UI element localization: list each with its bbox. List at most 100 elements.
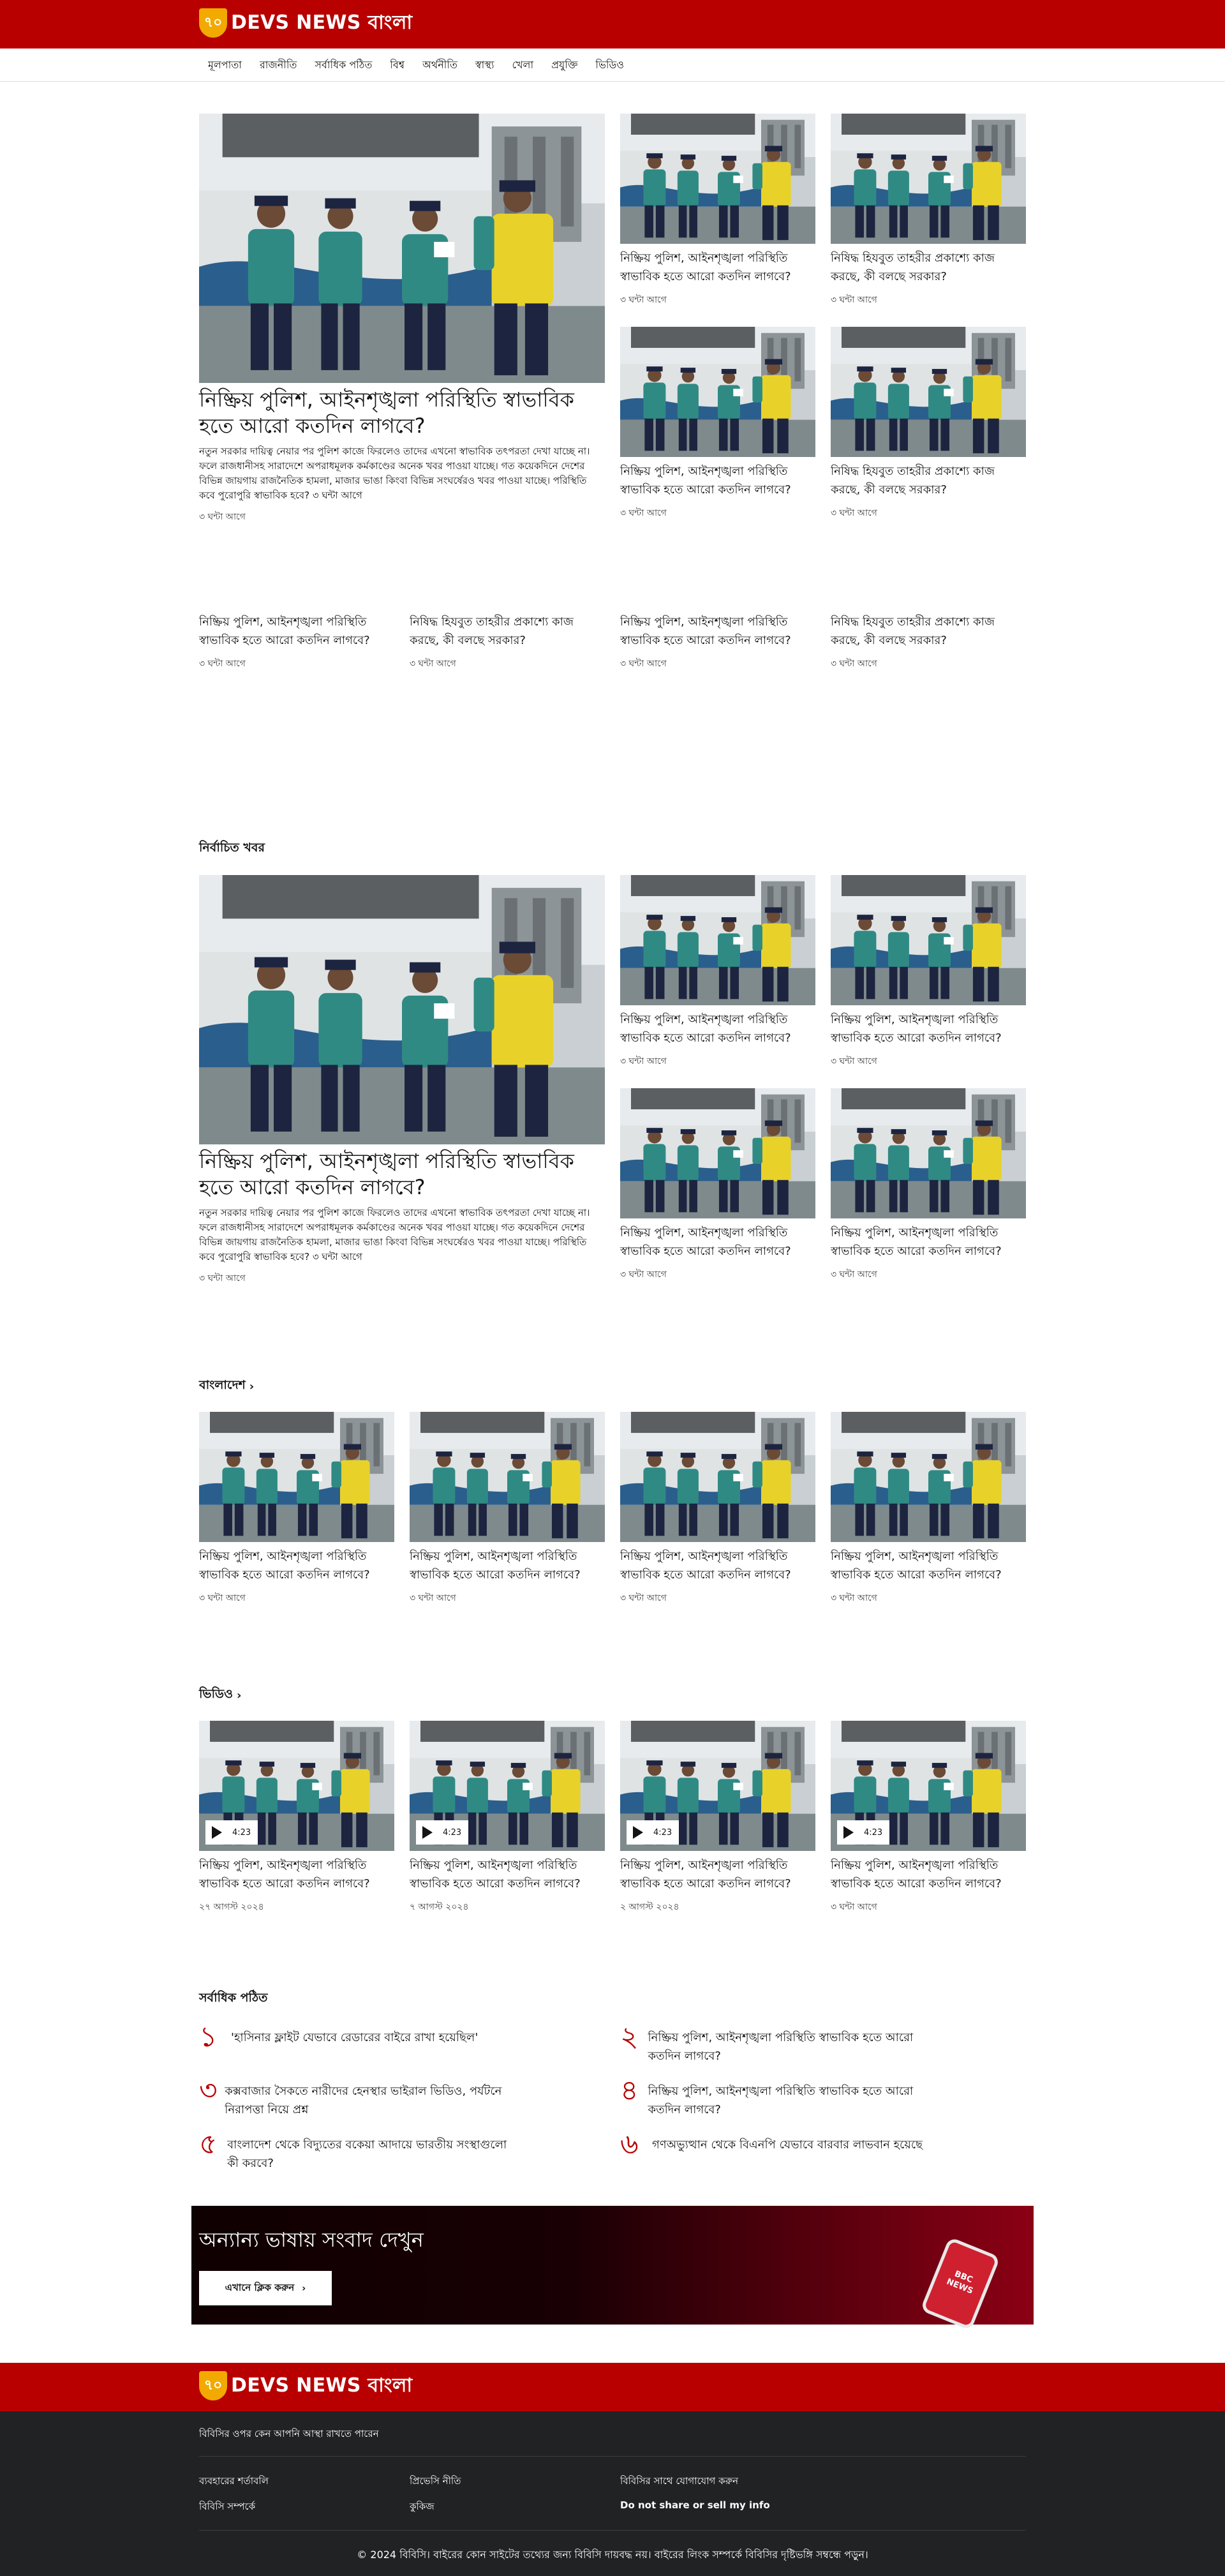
top-bar: ৭০ DEVS NEWS বাংলা [0,0,1225,49]
site-footer: ৭০ DEVS NEWS বাংলা বিবিসির ওপর কেন আপনি … [0,2363,1225,2576]
text-story[interactable]: নিষিদ্ধ হিযবুত তাহরীর প্রকাশ্যে কাজ করছে… [831,613,1026,671]
text-story[interactable]: নিষিদ্ধ হিযবুত তাহরীর প্রকাশ্যে কাজ করছে… [410,613,605,671]
most-read-section: সর্বাধিক পঠিত ১ 'হাসিনার ফ্লাইট যেভাবে রে… [199,1856,1026,2206]
nav-item-technology[interactable]: প্রযুক্তি [542,57,586,74]
section-heading: সর্বাধিক পঠিত [199,1991,268,2005]
section-heading-text: ভিডিও [199,1687,233,1701]
story-time: ৩ ঘন্টা আগে [410,659,456,669]
nav-item-video[interactable]: ভিডিও [586,57,633,74]
story-title: নিষ্ক্রিয় পুলিশ, আইনশৃঙ্খলা পরিস্থিতি স… [620,1013,791,1045]
languages-banner-section: অন্যান্য ভাষায় সংবাদ দেখুন এখানে ক্লিক … [0,2206,1225,2363]
play-button[interactable]: 4:23 [205,1820,258,1845]
most-read-title: নিষ্ক্রিয় পুলিশ, আইনশৃঙ্খলা পরিস্থিতি স… [648,2031,914,2063]
play-button[interactable]: 4:23 [837,1820,889,1845]
text-story[interactable]: নিষ্ক্রিয় পুলিশ, আইনশৃঙ্খলা পরিস্থিতি স… [199,613,394,671]
most-read-item[interactable]: ২ নিষ্ক্রিয় পুলিশ, আইনশৃঙ্খলা পরিস্থিতি … [620,2023,946,2065]
story-image [831,1412,1026,1542]
text-story[interactable]: নিষ্ক্রিয় পুলিশ, আইনশৃঙ্খলা পরিস্থিতি স… [620,613,815,671]
footer-logo[interactable]: ৭০ DEVS NEWS বাংলা [199,2370,412,2401]
rank-number: ৬ [620,2128,639,2160]
top-stories-section: নিষ্ক্রিয় পুলিশ, আইনশৃঙ্খলা পরিস্থিতি স… [199,82,1026,694]
most-read-title: কক্সবাজার সৈকতে নারীদের হেনস্থার ভাইরাল … [225,2085,502,2116]
banner-button[interactable]: এখানে ক্লিক করুন › [199,2271,332,2305]
story-title: নিষ্ক্রিয় পুলিশ, আইনশৃঙ্খলা পরিস্থিতি স… [199,615,370,647]
chevron-right-icon: › [249,1379,255,1393]
trust-link[interactable]: বিবিসির ওপর কেন আপনি আস্থা রাখতে পারেন [199,2427,379,2443]
story-card[interactable]: নিষ্ক্রিয় পুলিশ, আইনশৃঙ্খলা পরিস্থিতি স… [620,875,815,1069]
play-icon [212,1826,222,1839]
rank-number: ২ [620,2021,639,2053]
story-card[interactable]: নিষ্ক্রিয় পুলিশ, আইনশৃঙ্খলা পরিস্থিতি স… [831,875,1026,1069]
video-thumbnail: 4:23 [831,1721,1026,1851]
story-image [831,327,1026,457]
story-image [620,1088,815,1218]
nav-item-politics[interactable]: রাজনীতি [251,57,306,74]
story-image [620,875,815,1005]
story-title: নিষিদ্ধ হিযবুত তাহরীর প্রকাশ্যে কাজ করছে… [410,615,574,647]
story-title: নিষ্ক্রিয় পুলিশ, আইনশৃঙ্খলা পরিস্থিতি স… [620,615,791,647]
nav-item-health[interactable]: স্বাস্থ্য [466,57,503,74]
logo-badge: ৭০ [199,2371,227,2400]
play-icon [422,1826,433,1839]
nav-item-world[interactable]: বিশ্ব [381,57,413,74]
video-duration: 4:23 [653,1827,672,1838]
play-button[interactable]: 4:23 [627,1820,679,1845]
story-image [620,1412,815,1542]
lead-story-summary: নতুন সরকার দায়িত্ব নেয়ার পর পুলিশ কাজে… [199,446,590,501]
footer-link-privacy[interactable]: প্রিভেসি নীতি [410,2474,461,2490]
most-read-item[interactable]: ৩ কক্সবাজার সৈকতে নারীদের হেনস্থার ভাইরাল… [199,2077,518,2119]
most-read-item[interactable]: ৪ নিষ্ক্রিয় পুলিশ, আইনশৃঙ্খলা পরিস্থিতি … [620,2077,946,2119]
story-title: নিষিদ্ধ হিযবুত তাহরীর প্রকাশ্যে কাজ করছে… [831,615,995,647]
section-heading-link[interactable]: ভিডিও › [199,1685,241,1705]
site-logo[interactable]: ৭০ DEVS NEWS বাংলা [199,8,412,38]
story-time: ৩ ঘন্টা আগে [831,659,877,669]
most-read-title: গণঅভ্যুত্থান থেকে বিএনপি যেভাবে বারবার ল… [652,2138,923,2152]
footer-link-cookies[interactable]: কুকিজ [410,2499,434,2515]
footer-link-about[interactable]: বিবিসি সম্পর্কে [199,2499,255,2515]
story-time: ৩ ঘন্টা আগে [199,659,246,669]
footer-link-terms[interactable]: ব্যবহারের শর্তাবলি [199,2474,269,2490]
video-duration: 4:23 [864,1827,883,1838]
lead-story[interactable]: নিষ্ক্রিয় পুলিশ, আইনশৃঙ্খলা পরিস্থিতি স… [199,875,605,1286]
section-heading-link[interactable]: বাংলাদেশ › [199,1376,254,1397]
most-read-title: বাংলাদেশ থেকে বিদ্যুতের বকেয়া আদায়ে ভা… [227,2138,507,2170]
story-card[interactable]: নিষ্ক্রিয় পুলিশ, আইনশৃঙ্খলা পরিস্থিতি স… [620,114,815,308]
chevron-right-icon: › [237,1688,242,1702]
story-card[interactable]: নিষিদ্ধ হিযবুত তাহরীর প্রকাশ্যে কাজ করছে… [831,114,1026,308]
play-button[interactable]: 4:23 [416,1820,468,1845]
most-read-item[interactable]: ১ 'হাসিনার ফ্লাইট যেভাবে রেডারের বাইরে রা… [199,2023,518,2051]
banner-button-label: এখানে ক্লিক করুন [225,2281,295,2293]
most-read-item[interactable]: ৬ গণঅভ্যুত্থান থেকে বিএনপি যেভাবে বারবার … [620,2130,946,2159]
rank-number: ১ [199,2021,218,2053]
story-time: ৩ ঘন্টা আগে [620,659,667,669]
nav-item-home[interactable]: মূলপাতা [199,57,251,74]
nav-item-most-read[interactable]: সর্বাধিক পঠিত [306,57,381,74]
story-image [831,114,1026,244]
most-read-title: 'হাসিনার ফ্লাইট যেভাবে রেডারের বাইরে রাখ… [231,2031,479,2044]
story-title: নিষ্ক্রিয় পুলিশ, আইনশৃঙ্খলা পরিস্থিতি স… [620,251,791,283]
footer-divider [199,2530,1026,2531]
banner-title: অন্যান্য ভাষায় সংবাদ দেখুন [199,2228,424,2252]
rank-number: ৪ [620,2074,639,2107]
story-image [410,1412,605,1542]
video-thumbnail: 4:23 [620,1721,815,1851]
main-content: নিষ্ক্রিয় পুলিশ, আইনশৃঙ্খলা পরিস্থিতি স… [0,82,1225,2363]
story-image [620,327,815,457]
logo-text: DEVS NEWS বাংলা [231,11,413,34]
logo-badge: ৭০ [199,8,227,38]
phone-bbc-text: BBC NEWS [945,2269,975,2296]
copyright-text: © 2024 বিবিসি। বাইরের কোন সাইটের তথ্যের … [357,2549,868,2561]
most-read-item[interactable]: ৫ বাংলাদেশ থেকে বিদ্যুতের বকেয়া আদায়ে ভ… [199,2130,518,2173]
nav-item-economy[interactable]: অর্থনীতি [413,57,466,74]
lead-story[interactable]: নিষ্ক্রিয় পুলিশ, আইনশৃঙ্খলা পরিস্থিতি স… [199,114,605,525]
lead-story-time: ৩ ঘন্টা আগে [199,512,246,522]
footer-link-do-not-sell[interactable]: Do not share or sell my info [620,2499,770,2511]
footer-link-contact[interactable]: বিবিসির সাথে যোগাযোগ করুন [620,2474,738,2490]
phone-illustration-icon: BBC NEWS [919,2236,1001,2331]
nav-item-sports[interactable]: খেলা [503,57,543,74]
story-title: নিষিদ্ধ হিযবুত তাহরীর প্রকাশ্যে কাজ করছে… [831,251,995,283]
story-card[interactable]: নিষিদ্ধ হিযবুত তাহরীর প্রকাশ্যে কাজ করছে… [831,327,1026,521]
logo-text: DEVS NEWS বাংলা [231,2374,413,2397]
story-time: ৩ ঘন্টা আগে [831,295,877,305]
story-card[interactable]: নিষ্ক্রিয় পুলিশ, আইনশৃঙ্খলা পরিস্থিতি স… [620,327,815,521]
